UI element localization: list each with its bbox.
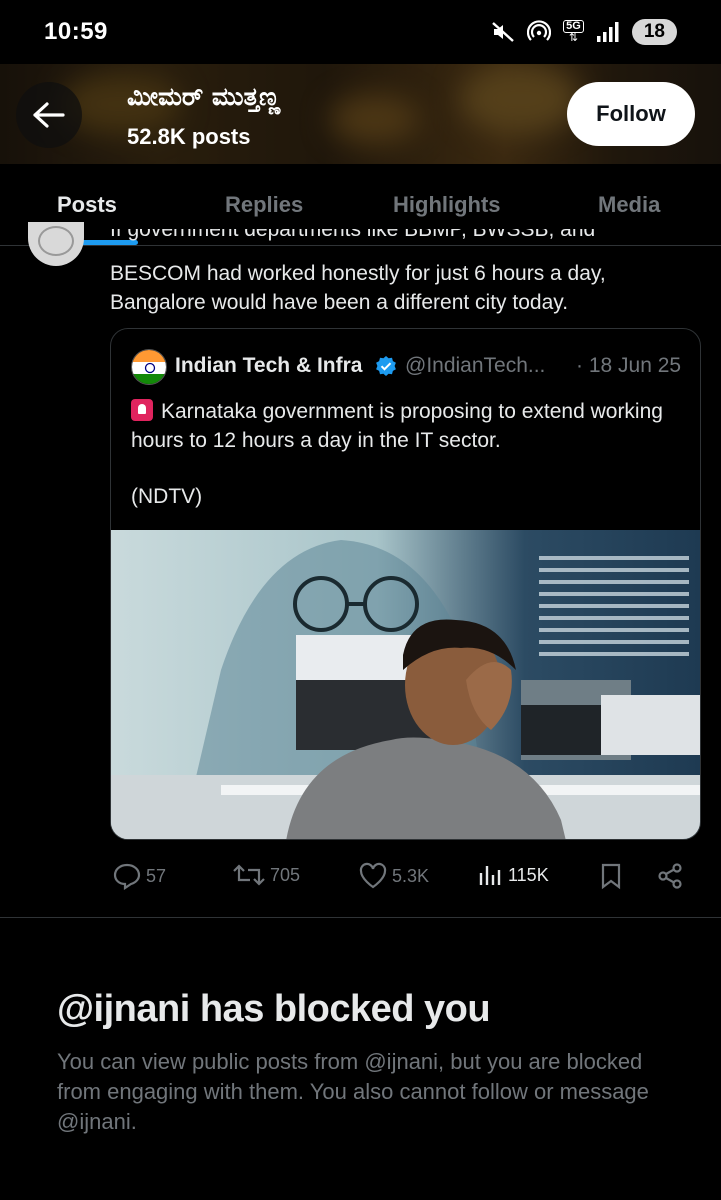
bookmark-button[interactable] (598, 862, 624, 890)
signal-icon (596, 22, 619, 42)
tab-media[interactable]: Media (598, 192, 660, 218)
profile-header: ಮೀಮರ್ ಮುತ್ತಣ್ಣ 52.8K posts Follow (0, 64, 721, 164)
post-actions: 57 705 5.3K 115K (110, 856, 710, 896)
quoted-post-date: · 18 Jun 25 (576, 354, 682, 377)
siren-emoji-icon (131, 399, 153, 421)
battery-level: 18 (631, 19, 677, 45)
post-count: 52.8K posts (127, 124, 251, 149)
status-time: 10:59 (44, 18, 108, 45)
back-button[interactable] (16, 82, 82, 148)
hotspot-icon (527, 20, 552, 41)
views-button[interactable]: 115K (478, 862, 549, 888)
india-flag-avatar (131, 349, 167, 385)
views-chart-icon (479, 866, 501, 885)
repost-icon (233, 864, 265, 886)
bookmark-icon (601, 863, 621, 890)
status-bar: 10:59 5G ⇅ 18 (0, 0, 721, 64)
quoted-post-source: (NDTV) (131, 485, 203, 508)
reply-button[interactable]: 57 (112, 862, 166, 890)
network-5g-icon: 5G ⇅ (563, 20, 584, 44)
tweet-text-partial-line: If government departments like BBMP, BWS… (110, 229, 596, 241)
tab-replies[interactable]: Replies (225, 192, 303, 218)
like-button[interactable]: 5.3K (358, 862, 429, 890)
like-count: 5.3K (392, 865, 430, 886)
tab-highlights[interactable]: Highlights (393, 192, 501, 218)
reply-count: 57 (146, 865, 167, 886)
avatar[interactable] (28, 222, 84, 266)
mute-icon (492, 22, 514, 42)
quoted-post-photo[interactable] (111, 530, 700, 839)
heart-icon (359, 862, 387, 889)
quoted-author-handle: @IndianTech... (405, 354, 546, 377)
quoted-author-name: Indian Tech & Infra (175, 354, 363, 377)
share-icon (658, 863, 682, 889)
share-button[interactable] (656, 862, 684, 890)
quoted-post[interactable]: Indian Tech & Infra @IndianTech... · 18 … (110, 328, 701, 840)
reply-icon (113, 863, 141, 890)
divider (0, 917, 721, 918)
repost-count: 705 (270, 864, 301, 885)
tweet-text-partial: If government departments like BBMP, BWS… (110, 229, 670, 251)
follow-button[interactable]: Follow (567, 82, 695, 146)
quoted-post-text: Karnataka government is proposing to ext… (131, 397, 681, 455)
verified-badge-icon (375, 355, 397, 382)
blocked-title: @ijnani has blocked you (57, 988, 491, 1030)
repost-button[interactable]: 705 (232, 862, 300, 888)
quoted-post-text-content: Karnataka government is proposing to ext… (131, 400, 663, 452)
tweet-text: BESCOM had worked honestly for just 6 ho… (110, 262, 606, 314)
arrow-left-icon (33, 102, 65, 128)
status-icons: 5G ⇅ 18 (491, 19, 677, 45)
profile-name: ಮೀಮರ್ ಮುತ್ತಣ್ಣ (127, 82, 281, 111)
blocked-description: You can view public posts from @ijnani, … (57, 1049, 649, 1134)
views-count: 115K (508, 864, 549, 885)
tab-posts[interactable]: Posts (57, 192, 117, 218)
